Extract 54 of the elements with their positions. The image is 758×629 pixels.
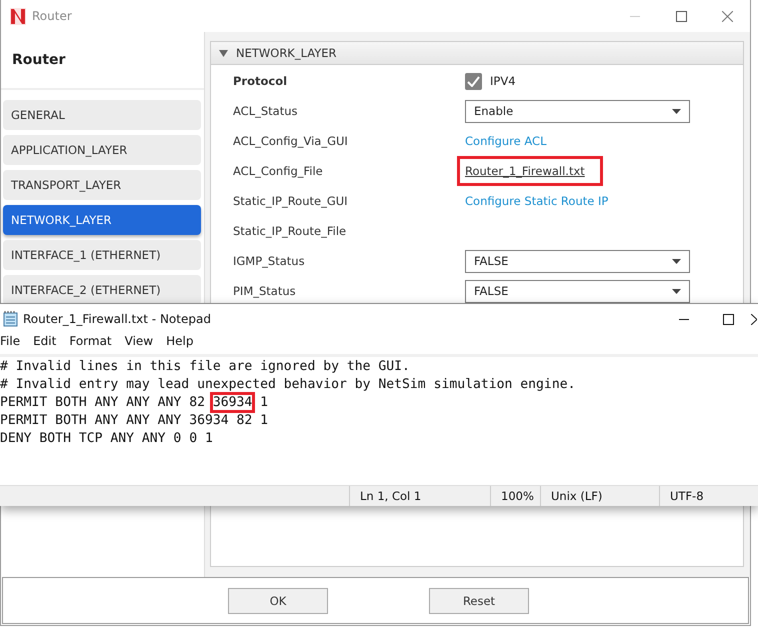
- status-text: Ln 1, Col 1: [360, 489, 422, 503]
- notepad-icon: [3, 311, 18, 327]
- property-label: Static_IP_Route_File: [233, 224, 348, 238]
- app-logo-icon: [10, 8, 26, 24]
- text-line: DENY BOTH TCP ANY ANY 0 0 1: [0, 431, 213, 446]
- sidebar-item[interactable]: APPLICATION_LAYER: [3, 135, 201, 165]
- status-text: UTF-8: [670, 489, 704, 503]
- status-text: Unix (LF): [551, 489, 602, 503]
- text-line: # Invalid entry may lead unexpected behavior by NetSim simulation engine.: [0, 377, 576, 392]
- checkbox-label: IPV4: [490, 74, 516, 88]
- text-line: PERMIT BOTH ANY ANY ANY 82: [0, 395, 206, 410]
- caret-icon: [672, 108, 681, 114]
- sidebar-item[interactable]: GENERAL: [3, 100, 201, 130]
- sidebar-item[interactable]: TRANSPORT_LAYER: [3, 170, 201, 200]
- property-label: ACL_Config_File: [233, 164, 324, 178]
- section-header[interactable]: NETWORK_LAYER: [211, 42, 743, 65]
- highlighted-text: 36934: [212, 395, 252, 410]
- menu-item[interactable]: Edit: [33, 334, 62, 354]
- dropdown[interactable]: Enable: [465, 100, 690, 122]
- expand-icon: [219, 50, 228, 56]
- sidebar-item[interactable]: INTERFACE_1 (ETHERNET): [3, 240, 201, 270]
- link[interactable]: Configure ACL: [465, 134, 546, 148]
- property-label: PIM_Status: [233, 284, 297, 298]
- checkbox[interactable]: [465, 72, 482, 90]
- dropdown[interactable]: FALSE: [465, 280, 690, 302]
- window-title: Router_1_Firewall.txt - Notepad: [23, 312, 211, 326]
- menu-item[interactable]: Help: [166, 334, 200, 354]
- status-text: 100%: [501, 489, 534, 503]
- property-label: ACL_Config_Via_GUI: [233, 134, 349, 148]
- property-label: Static_IP_Route_GUI: [233, 194, 349, 208]
- property-label: Protocol: [233, 74, 288, 88]
- minimize-icon[interactable]: [678, 318, 688, 320]
- property-label: ACL_Status: [233, 104, 298, 118]
- window-title: Router: [32, 9, 72, 23]
- caret-icon: [672, 258, 681, 264]
- caret-icon: [672, 288, 681, 294]
- text-line: PERMIT BOTH ANY ANY ANY 36934 82 1: [0, 413, 268, 428]
- text-line: # Invalid lines in this file are ignored by the GUI.: [0, 359, 410, 374]
- dialog-button[interactable]: OK: [228, 588, 328, 614]
- dropdown[interactable]: FALSE: [465, 250, 690, 272]
- menu-item[interactable]: Format: [69, 334, 118, 354]
- dialog-button[interactable]: Reset: [429, 588, 529, 614]
- sidebar-item[interactable]: INTERFACE_2 (ETHERNET): [3, 275, 201, 305]
- link[interactable]: Configure Static Route IP: [465, 194, 608, 208]
- section-title: NETWORK_LAYER: [236, 46, 337, 60]
- maximize-icon[interactable]: [676, 10, 686, 22]
- maximize-icon[interactable]: [723, 314, 734, 324]
- menu-item[interactable]: File: [0, 334, 26, 354]
- menu-item[interactable]: View: [124, 334, 160, 354]
- close-icon[interactable]: [751, 314, 757, 324]
- text-line: 1: [259, 395, 268, 410]
- file-link[interactable]: Router_1_Firewall.txt: [459, 158, 601, 184]
- property-label: IGMP_Status: [233, 254, 306, 268]
- sidebar-item[interactable]: NETWORK_LAYER: [3, 205, 201, 235]
